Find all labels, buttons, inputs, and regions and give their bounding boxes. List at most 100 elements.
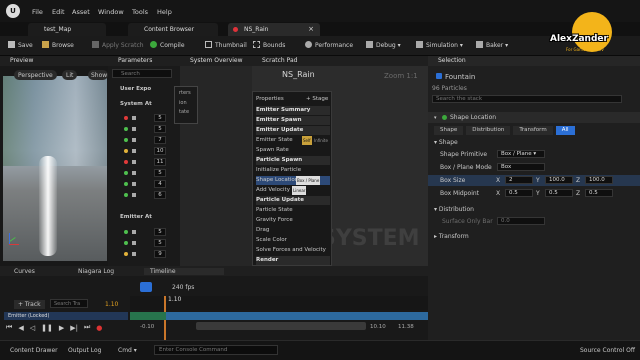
node-emitter-update[interactable]: Emitter Update [256,126,330,135]
console-input[interactable]: Enter Console Command [154,345,278,355]
node-particle-spawn[interactable]: Particle Spawn [256,156,330,165]
stage-button[interactable]: + Stage [306,95,328,104]
node-add-velocity[interactable]: Add Velocity Linear [256,186,330,195]
debug-button[interactable]: Debug ▾ [366,41,401,49]
transform-group[interactable]: ▸ Transform [434,233,469,240]
tab-curves[interactable]: Curves [0,268,74,275]
system-attributes-category[interactable]: System At [120,101,152,107]
box-size-y-input[interactable]: 100.0 [545,176,573,184]
tab-timeline[interactable]: Timeline [144,267,224,275]
menu-help[interactable]: Help [157,8,172,16]
module-enabled-icon[interactable] [442,115,447,120]
node-emitter-spawn[interactable]: Emitter Spawn [256,116,330,125]
node-drag[interactable]: Drag [256,226,330,235]
collapse-icon[interactable]: ▾ [434,115,437,121]
browse-button[interactable]: Browse [42,41,74,49]
node-emitter-summary[interactable]: Emitter Summary [256,106,330,115]
cmd-dropdown[interactable]: Cmd ▾ [118,347,137,354]
emitter-enabled-checkbox[interactable] [436,73,442,79]
record-icon[interactable]: ● [96,324,102,332]
fps-dropdown[interactable]: 240 fps [172,284,194,291]
thumbnail-button[interactable]: Thumbnail [205,41,247,49]
tab-distribution[interactable]: Distribution [466,126,511,135]
add-track-button[interactable]: + Track [14,300,45,309]
menu-asset[interactable]: Asset [72,8,90,16]
param-row[interactable]: 5 [112,239,172,247]
menu-tools[interactable]: Tools [132,8,148,16]
node-particle-update[interactable]: Particle Update [256,196,330,205]
menu-file[interactable]: File [32,8,43,16]
track-search-input[interactable]: Search Tra [50,299,88,308]
box-plane-mode-dropdown[interactable]: Box [497,163,545,171]
node-gravity-force[interactable]: Gravity Force [256,216,330,225]
tab-ns-rain[interactable]: NS_Rain × [228,23,320,36]
properties-label[interactable]: Properties [256,96,284,102]
box-midpoint-y-input[interactable]: 0.5 [545,189,573,197]
simulation-button[interactable]: Simulation ▾ [416,41,463,49]
surface-only-input[interactable]: 0.0 [497,217,545,225]
skip-start-icon[interactable]: ⏮ [6,323,12,332]
show-button[interactable]: Show [88,70,108,80]
content-drawer-button[interactable]: Content Drawer [10,347,58,354]
param-row[interactable]: 5 [112,228,172,236]
node-render[interactable]: Render [256,256,330,265]
parameters-search-input[interactable]: Search [112,69,172,78]
tab-transform[interactable]: Transform [513,126,553,135]
skip-end-icon[interactable]: ⏭ [84,323,90,332]
node-spawn-rate[interactable]: Spawn Rate [256,146,330,155]
tab-content-browser[interactable]: Content Browser [128,23,218,36]
play-icon[interactable]: ▶ [59,324,64,332]
emitter-node[interactable]: Properties + Stage Emitter Summary Emitte… [252,91,332,266]
user-exposed-category[interactable]: User Expo [120,86,151,92]
performance-button[interactable]: Performance [305,41,353,49]
param-row[interactable]: 10 [112,147,172,155]
tab-map[interactable]: test_Map [28,23,106,36]
preview-viewport[interactable] [3,76,107,261]
param-row[interactable]: 5 [112,114,172,122]
param-row[interactable]: 4 [112,180,172,188]
menu-window[interactable]: Window [98,8,124,16]
node-scale-color[interactable]: Scale Color [256,236,330,245]
param-row[interactable]: 11 [112,158,172,166]
param-row[interactable]: 6 [112,191,172,199]
close-icon[interactable]: × [308,23,314,36]
tab-niagara-log[interactable]: Niagara Log [74,268,144,275]
pause-icon[interactable]: ❚❚ [41,324,53,332]
next-frame-icon[interactable]: ▶| [70,324,78,332]
box-midpoint-x-input[interactable]: 0.5 [505,189,533,197]
menu-edit[interactable]: Edit [52,8,65,16]
box-size-x-input[interactable]: 2 [505,176,533,184]
box-size-z-input[interactable]: 100.0 [585,176,613,184]
shape-group[interactable]: ▾ Shape [434,139,458,146]
system-node[interactable]: rters ion tate [174,86,198,124]
bounds-button[interactable]: Bounds [253,41,285,49]
loop-icon[interactable] [140,282,152,292]
module-header[interactable]: ▾ Shape Location [428,112,640,123]
timeline-scrollbar[interactable] [196,322,366,330]
baker-button[interactable]: Baker ▾ [476,41,508,49]
apply-scratch-button[interactable]: Apply Scratch [92,41,144,49]
output-log-button[interactable]: Output Log [68,347,101,354]
box-midpoint-z-input[interactable]: 0.5 [585,189,613,197]
stack-search-input[interactable]: Search the stack [432,95,622,103]
emitter-track-label[interactable]: Emitter (Locked) [4,312,128,320]
param-row[interactable]: 7 [112,136,172,144]
node-shape-location[interactable]: Shape Location Box / Plane [256,176,330,185]
param-row[interactable]: 5 [112,125,172,133]
tab-shape[interactable]: Shape [434,126,464,135]
node-solve-forces[interactable]: Solve Forces and Velocity [256,246,330,255]
shape-primitive-dropdown[interactable]: Box / Plane ▾ [497,150,545,158]
node-emitter-state[interactable]: Emitter State Self Infinite [256,136,330,145]
prev-frame-icon[interactable]: ◀ [18,324,23,332]
distribution-group[interactable]: ▾ Distribution [434,206,474,213]
tab-all[interactable]: All [555,126,575,135]
param-row[interactable]: 9 [112,250,172,258]
lit-button[interactable]: Lit [62,70,78,80]
node-initialize-particle[interactable]: Initialize Particle [256,166,330,175]
save-button[interactable]: Save [8,41,33,49]
emitter-track-bar[interactable] [130,312,428,320]
emitter-attributes-category[interactable]: Emitter At [120,214,152,220]
unreal-logo-icon[interactable]: U [6,4,20,18]
compile-button[interactable]: Compile [150,41,185,49]
node-particle-state[interactable]: Particle State [256,206,330,215]
